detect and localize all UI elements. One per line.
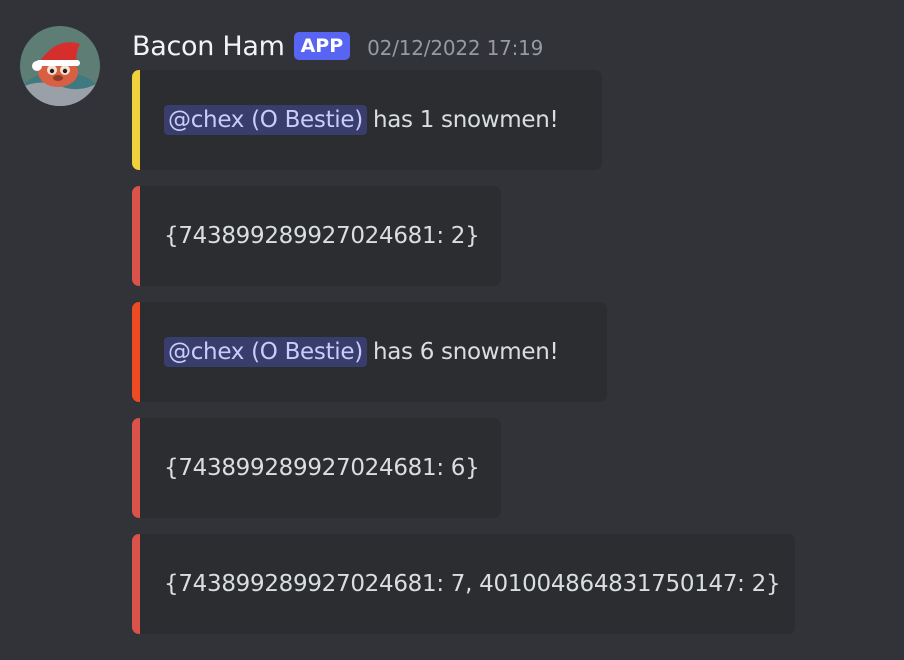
embed: @chex (O Bestie) has 6 snowmen! <box>132 302 607 402</box>
embed-text: {743899289927024681: 2} <box>164 223 480 249</box>
embed: {743899289927024681: 6} <box>132 418 501 518</box>
embed: {743899289927024681: 7, 4010048648317501… <box>132 534 795 634</box>
embed: @chex (O Bestie) has 1 snowmen! <box>132 70 602 170</box>
embed-text: has 1 snowmen! <box>372 107 559 133</box>
chat-message: Bacon Ham APP 02/12/2022 17:19 @chex (O … <box>0 0 904 660</box>
username[interactable]: Bacon Ham <box>132 31 285 62</box>
embed-text: {743899289927024681: 7, 4010048648317501… <box>164 571 781 597</box>
embed-text: has 6 snowmen! <box>372 339 559 365</box>
chick-santa-hat-icon <box>20 26 100 106</box>
embed-text: {743899289927024681: 6} <box>164 455 480 481</box>
user-mention[interactable]: @chex (O Bestie) <box>164 337 367 367</box>
user-mention[interactable]: @chex (O Bestie) <box>164 105 367 135</box>
embed: {743899289927024681: 2} <box>132 186 501 286</box>
avatar[interactable] <box>20 26 100 106</box>
message-header: Bacon Ham APP 02/12/2022 17:19 <box>132 28 543 64</box>
timestamp[interactable]: 02/12/2022 17:19 <box>367 33 543 60</box>
app-badge: APP <box>293 32 351 60</box>
